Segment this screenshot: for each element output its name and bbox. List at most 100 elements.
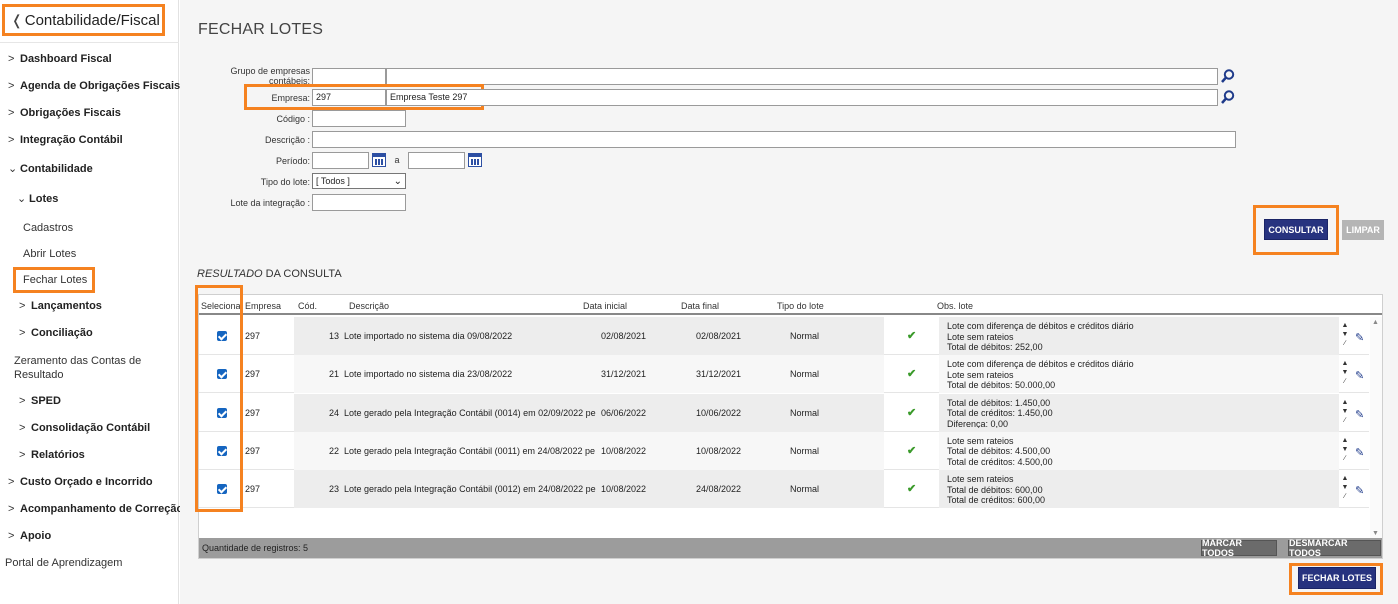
obs-spinner[interactable]: ▲ ▼ ∕ xyxy=(1340,321,1350,348)
search-icon[interactable] xyxy=(1220,89,1236,105)
cell-data-final: 10/08/2022 xyxy=(696,445,742,456)
module-title: Contabilidade/Fiscal xyxy=(24,11,160,29)
sidebar-item-lotes[interactable]: ⌄ Lotes xyxy=(17,192,58,206)
cell-data-final: 24/08/2022 xyxy=(696,484,742,495)
descricao-input[interactable] xyxy=(312,131,1236,148)
sidebar-item-integracao-contabil[interactable]: > Integração Contábil xyxy=(8,134,123,146)
spin-down-icon[interactable]: ▼ xyxy=(1340,445,1350,454)
col-descricao[interactable]: Descrição xyxy=(349,301,389,311)
desmarcar-todos-button[interactable]: DESMARCAR TODOS xyxy=(1288,538,1381,558)
cell-empresa: 297 xyxy=(245,331,261,341)
sidebar-item-fechar-lotes[interactable]: Fechar Lotes xyxy=(13,267,95,293)
sidebar-item-abrir-lotes[interactable]: Abrir Lotes xyxy=(23,247,76,261)
codigo-input[interactable] xyxy=(312,110,406,127)
sidebar-item-acompanhamento[interactable]: > Acompanhamento de Correção xyxy=(8,503,183,515)
resize-icon[interactable]: ∕ xyxy=(1340,339,1350,348)
tipo-lote-select[interactable]: [ Todos ] ⌄ xyxy=(312,173,406,189)
resize-icon[interactable]: ∕ xyxy=(1340,416,1350,425)
spin-down-icon[interactable]: ▼ xyxy=(1340,407,1350,416)
spin-down-icon[interactable]: ▼ xyxy=(1340,368,1350,377)
fechar-lotes-button[interactable]: FECHAR LOTES xyxy=(1298,567,1376,589)
col-empresa[interactable]: Empresa xyxy=(245,301,281,311)
periodo-to-input[interactable] xyxy=(408,152,465,169)
results-title: RESULTADO DA CONSULTA xyxy=(197,268,342,280)
integracao-input[interactable] xyxy=(312,194,406,211)
table-row[interactable]: 297 13 Lote importado no sistema dia 09/08… xyxy=(199,317,1369,355)
cell-obs-lote: Lote sem rateios Total de débitos: 4.500,… xyxy=(947,436,1337,466)
col-tipo-lote[interactable]: Tipo do lote xyxy=(777,301,824,311)
pencil-icon[interactable]: ✎ xyxy=(1355,484,1364,497)
spin-down-icon[interactable]: ▼ xyxy=(1340,483,1350,492)
col-cod[interactable]: Cód. xyxy=(298,301,317,311)
col-data-final[interactable]: Data final xyxy=(681,301,719,311)
sidebar-item-relatorios[interactable]: > Relatórios xyxy=(19,449,85,461)
chevron-down-icon: ⌄ xyxy=(8,163,18,175)
spin-up-icon[interactable]: ▲ xyxy=(1340,436,1350,445)
cell-data-inicial: 10/08/2022 xyxy=(601,484,647,495)
resize-icon[interactable]: ∕ xyxy=(1340,377,1350,386)
obs-line: Total de créditos: 4.500,00 xyxy=(947,456,1053,466)
pencil-icon[interactable]: ✎ xyxy=(1355,408,1364,421)
sidebar-item-obrigacoes-fiscais[interactable]: > Obrigações Fiscais xyxy=(8,107,121,119)
sidebar-item-custo-orcado[interactable]: > Custo Orçado e Incorrido xyxy=(8,476,153,488)
periodo-from-input[interactable] xyxy=(312,152,369,169)
col-obs-lote[interactable]: Obs. lote xyxy=(937,301,973,311)
table-row[interactable]: 297 24 Lote gerado pela Integração Contábi… xyxy=(199,393,1369,432)
cell-obs-lote: Total de débitos: 1.450,00 Total de crédi… xyxy=(947,398,1337,428)
resize-icon[interactable]: ∕ xyxy=(1340,454,1350,463)
calendar-icon[interactable] xyxy=(468,153,482,167)
table-row[interactable]: 297 22 Lote gerado pela Integração Contábi… xyxy=(199,431,1369,470)
grupo-name-input[interactable] xyxy=(386,68,1218,85)
col-data-inicial[interactable]: Data inicial xyxy=(583,301,627,311)
cell-data-final: 02/08/2021 xyxy=(696,331,742,341)
cell-data-inicial: 02/08/2021 xyxy=(601,331,647,341)
scrollbar[interactable]: ▲ ▼ xyxy=(1370,317,1382,539)
empresa-code-input[interactable]: 297 xyxy=(312,89,386,106)
obs-spinner[interactable]: ▲ ▼ ∕ xyxy=(1340,359,1350,386)
spin-down-icon[interactable]: ▼ xyxy=(1340,330,1350,339)
pencil-icon[interactable]: ✎ xyxy=(1355,446,1364,459)
sidebar-item-apoio[interactable]: > Apoio xyxy=(8,530,51,542)
sidebar-item-dashboard-fiscal[interactable]: > Dashboard Fiscal xyxy=(8,53,112,65)
cell-obs-lote: Lote com diferença de débitos e créditos… xyxy=(947,321,1337,351)
sidebar-item-cadastros[interactable]: Cadastros xyxy=(23,221,73,235)
spin-up-icon[interactable]: ▲ xyxy=(1340,321,1350,330)
spin-up-icon[interactable]: ▲ xyxy=(1340,398,1350,407)
calendar-icon[interactable] xyxy=(372,153,386,167)
cell-cod: 24 xyxy=(328,407,339,418)
sidebar-item-portal[interactable]: Portal de Aprendizagem xyxy=(5,556,122,570)
obs-line: Lote sem rateios xyxy=(947,435,1014,446)
table-row[interactable]: 297 21 Lote importado no sistema dia 23/08… xyxy=(199,355,1369,394)
pencil-icon[interactable]: ✎ xyxy=(1355,331,1364,344)
sidebar-item-sped[interactable]: > SPED xyxy=(19,395,61,407)
pencil-icon[interactable]: ✎ xyxy=(1355,369,1364,382)
empresa-name-input[interactable]: Empresa Teste 297 xyxy=(386,89,1218,106)
marcar-todos-button[interactable]: MARCAR TODOS xyxy=(1201,538,1277,558)
resize-icon[interactable]: ∕ xyxy=(1340,492,1350,501)
sidebar-item-conciliacao[interactable]: > Conciliação xyxy=(19,327,93,339)
cell-tipo-lote: Normal xyxy=(790,407,820,418)
scroll-up-icon[interactable]: ▲ xyxy=(1372,319,1379,326)
sidebar-item-lancamentos[interactable]: > Lançamentos xyxy=(19,300,102,312)
grupo-code-input[interactable] xyxy=(312,68,386,85)
check-icon: ✔ xyxy=(907,330,917,342)
sidebar-item-contabilidade[interactable]: ⌄ Contabilidade xyxy=(8,162,93,176)
obs-spinner[interactable]: ▲ ▼ ∕ xyxy=(1340,436,1350,463)
cell-descricao: Lote gerado pela Integração Contábil (00… xyxy=(344,445,596,456)
sidebar-item-consolidacao[interactable]: > Consolidação Contábil xyxy=(19,422,150,434)
obs-line: Lote sem rateios xyxy=(947,369,1014,380)
module-title-back[interactable]: ❬ Contabilidade/Fiscal xyxy=(2,4,165,36)
search-icon[interactable] xyxy=(1220,68,1236,84)
spin-up-icon[interactable]: ▲ xyxy=(1340,474,1350,483)
sidebar-item-agenda-obrigacoes[interactable]: > Agenda de Obrigações Fiscais xyxy=(8,80,180,92)
chevron-right-icon: > xyxy=(19,449,26,461)
table-row[interactable]: 297 23 Lote gerado pela Integração Contábi… xyxy=(199,470,1369,509)
scroll-down-icon[interactable]: ▼ xyxy=(1372,530,1379,537)
spin-up-icon[interactable]: ▲ xyxy=(1340,359,1350,368)
obs-spinner[interactable]: ▲ ▼ ∕ xyxy=(1340,474,1350,501)
consultar-button[interactable]: CONSULTAR xyxy=(1264,219,1328,240)
obs-line: Total de créditos: 600,00 xyxy=(947,495,1046,505)
limpar-button[interactable]: LIMPAR xyxy=(1342,220,1384,240)
obs-spinner[interactable]: ▲ ▼ ∕ xyxy=(1340,398,1350,425)
sidebar-item-zeramento[interactable]: Zeramento das Contas de Resultado xyxy=(14,354,164,382)
